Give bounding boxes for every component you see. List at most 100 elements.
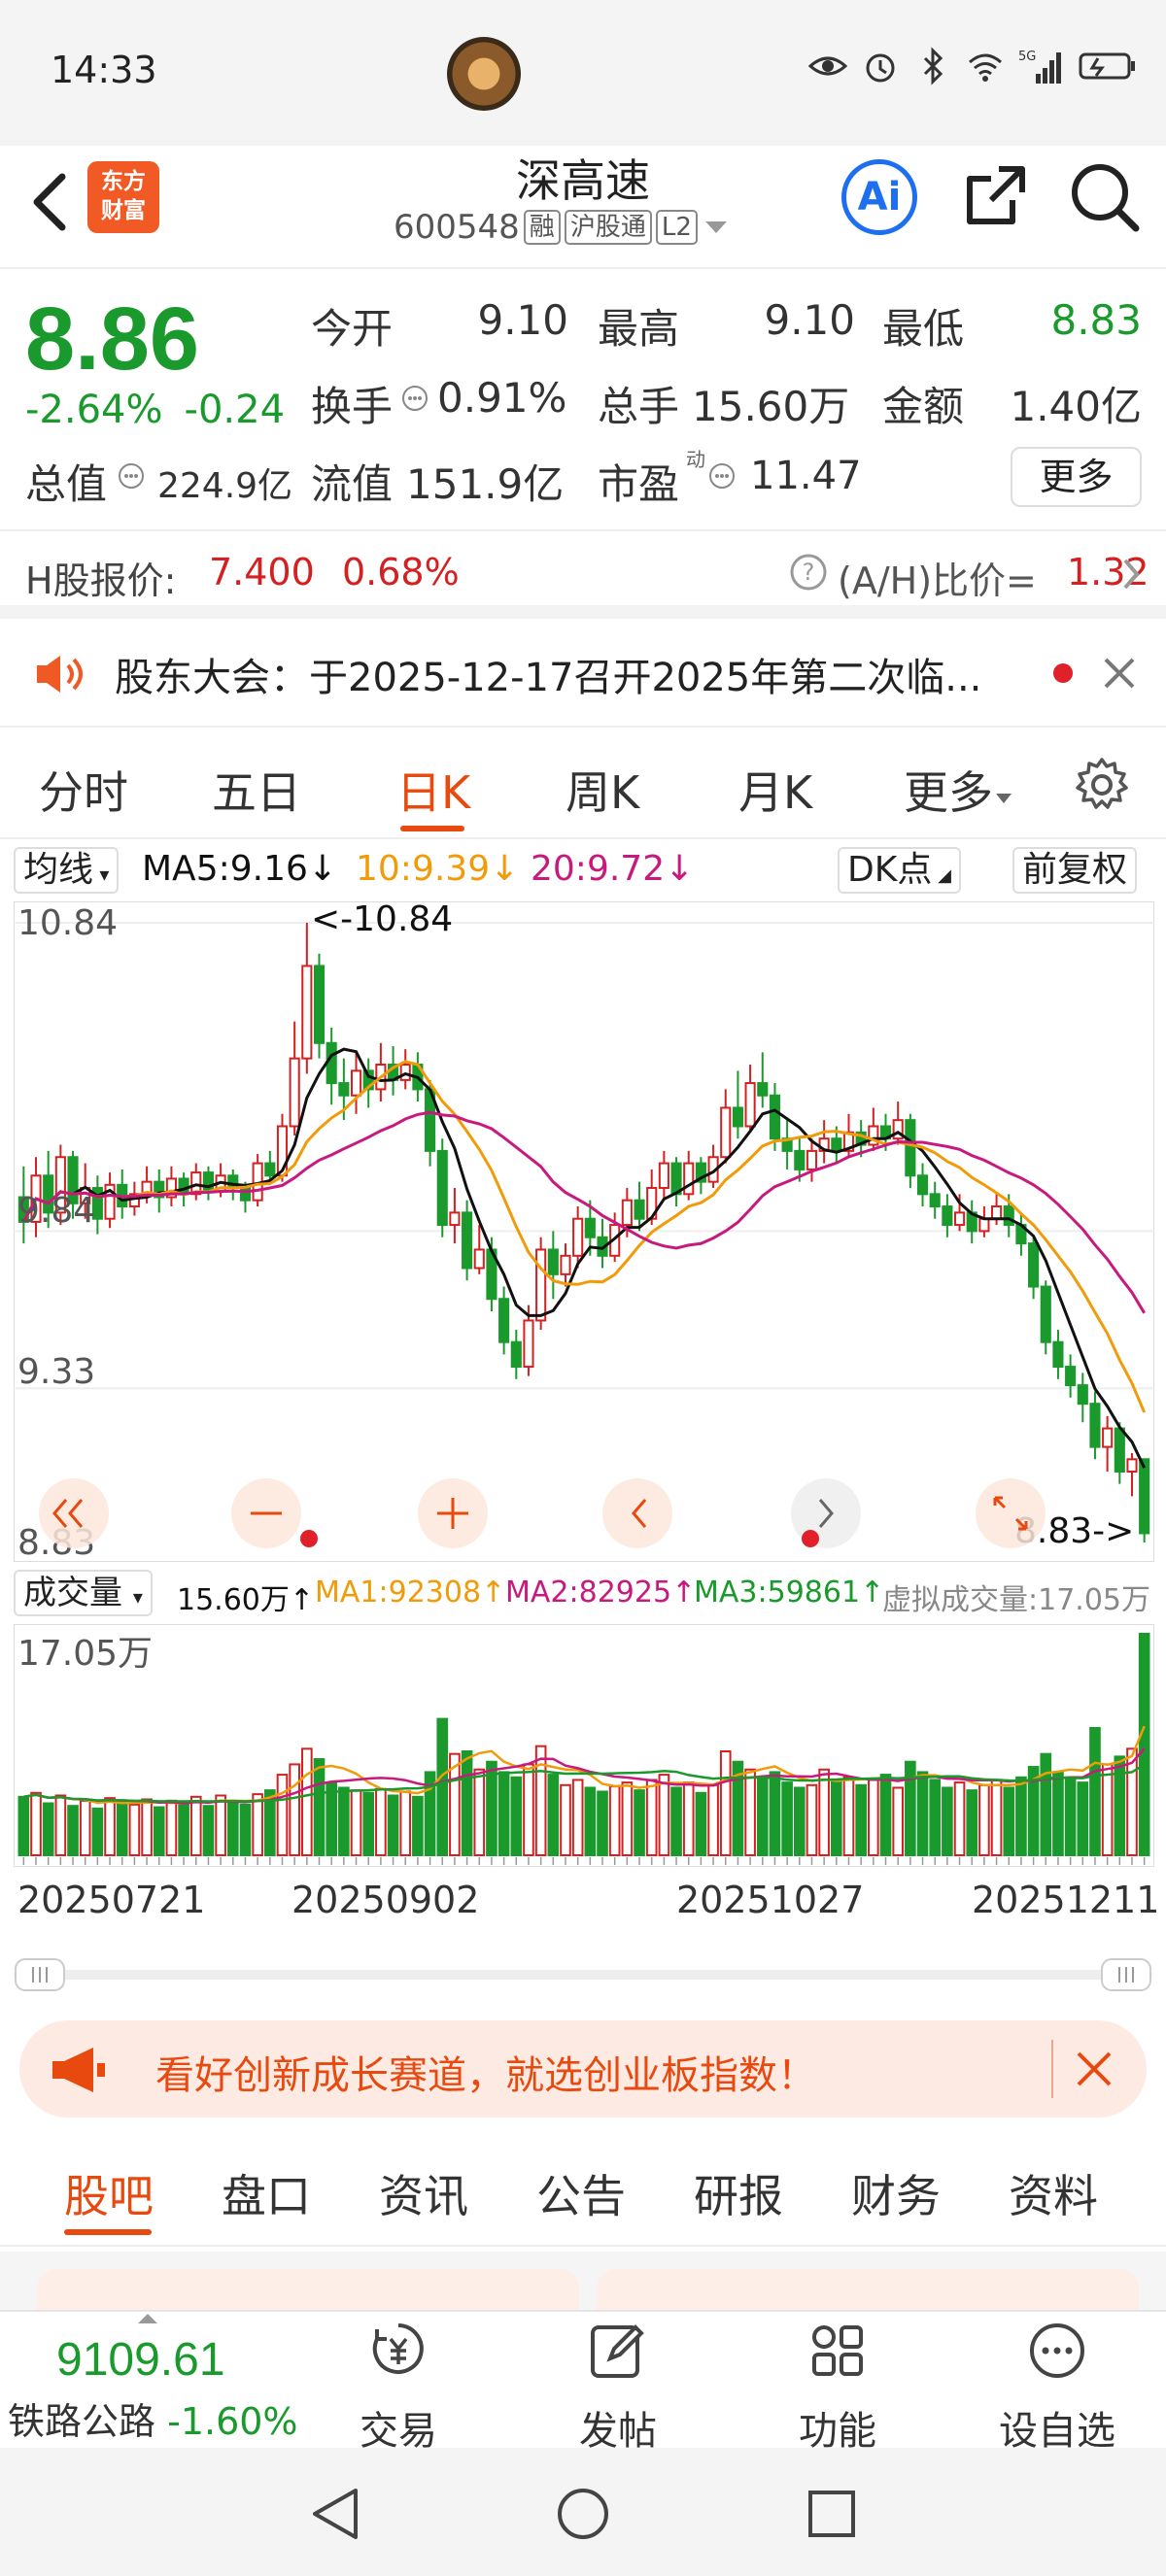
card-peek[interactable]: [597, 2269, 1139, 2310]
more-quote-button[interactable]: 更多: [1011, 447, 1142, 507]
tab-forum[interactable]: 股吧: [64, 2161, 154, 2225]
promo-banner[interactable]: 看好创新成长赛道，就选创业板指数！: [19, 2020, 1147, 2118]
high-value: 9.10: [764, 296, 855, 344]
scroll-left-button[interactable]: [602, 1478, 672, 1548]
volume-value: 15.60万: [692, 383, 850, 430]
announcement-text: 股东大会：于2025-12-17召开2025年第二次临...: [115, 656, 982, 700]
candle: [683, 1162, 695, 1196]
stock-code-row[interactable]: 600548 融 沪股通 L2: [394, 208, 731, 247]
help-icon[interactable]: ?: [789, 553, 828, 592]
scroll-left-fast-button[interactable]: [39, 1478, 109, 1548]
functions-button[interactable]: 功能: [760, 2320, 915, 2454]
tab-financials[interactable]: 财务: [851, 2161, 941, 2225]
volume-indicator-row: 成交量 ▾ 15.60万↑ MA1:92308↑ MA2:82925↑ MA3:…: [0, 1566, 1166, 1624]
volume-bar: [855, 1783, 867, 1856]
volume-bar: [719, 1750, 732, 1856]
dropdown-triangle-icon[interactable]: [702, 218, 731, 237]
volume-bar: [91, 1807, 104, 1856]
candle: [1126, 1458, 1138, 1473]
volume-bar: [670, 1786, 682, 1857]
search-icon[interactable]: [1067, 159, 1141, 233]
tab-order-book[interactable]: 盘口: [222, 2161, 311, 2225]
volume-bar: [806, 1783, 818, 1856]
system-home-icon[interactable]: [556, 2487, 610, 2541]
info-icon[interactable]: [707, 461, 737, 491]
candle: [202, 1171, 215, 1193]
open-label: 今开: [311, 305, 394, 353]
volume-bar: [1015, 1776, 1027, 1856]
candle: [462, 1211, 473, 1270]
chart-range-scrollbar[interactable]: [14, 1957, 1152, 1992]
fullscreen-button[interactable]: [976, 1478, 1046, 1548]
system-recents-icon[interactable]: [806, 2489, 857, 2539]
add-watchlist-button[interactable]: 设自选: [979, 2320, 1135, 2454]
volume-bar: [313, 1758, 326, 1856]
tab-announcements[interactable]: 公告: [536, 2161, 626, 2225]
volume-bar: [67, 1805, 79, 1857]
tab-more[interactable]: 更多: [904, 758, 1014, 822]
zoom-in-button[interactable]: [418, 1478, 488, 1548]
volume-bar: [116, 1801, 128, 1856]
volume-bar: [990, 1779, 1003, 1856]
post-button[interactable]: 发帖: [540, 2320, 696, 2454]
candle: [313, 965, 326, 1044]
tab-profile[interactable]: 资料: [1009, 2161, 1098, 2225]
hshare-row[interactable]: H股报价: 7.400 0.68% ? (A/H)比价= 1.32: [0, 529, 1166, 619]
candle: [658, 1162, 669, 1189]
open-value: 9.10: [477, 296, 568, 344]
info-icon[interactable]: [117, 461, 146, 491]
alarm-icon: [866, 53, 895, 83]
notification-avatar-icon: [447, 37, 521, 111]
system-back-icon[interactable]: [309, 2487, 361, 2541]
tab-news[interactable]: 资讯: [379, 2161, 468, 2225]
dk-point-button[interactable]: DK点 ◢: [838, 847, 961, 894]
info-icon[interactable]: [400, 384, 429, 413]
indicator-dot: [802, 1530, 819, 1547]
active-tab-indicator: [64, 2229, 152, 2235]
trade-button[interactable]: 交易: [321, 2320, 476, 2454]
system-navigation-bar: [0, 2448, 1166, 2576]
tab-intraday[interactable]: 分时: [39, 758, 128, 822]
ma-selector[interactable]: 均线 ▾: [14, 847, 120, 894]
close-icon[interactable]: [1100, 654, 1139, 693]
tab-weekly-k[interactable]: 周K: [566, 758, 639, 822]
price-adjust-button[interactable]: 前复权: [1012, 847, 1138, 894]
kline-chart[interactable]: 10.84 9.84 9.33 8.83 <-10.84 8.83->: [14, 901, 1154, 1562]
index-value[interactable]: 9109.61: [56, 2333, 225, 2387]
candle: [498, 1298, 510, 1343]
collapse-arrow-icon[interactable]: [136, 2312, 159, 2325]
tab-daily-k[interactable]: 日K: [396, 758, 470, 822]
card-peek[interactable]: [37, 2269, 579, 2310]
content-tabs: 股吧 盘口 资讯 公告 研报 财务 资料: [0, 2132, 1166, 2247]
zoom-out-button[interactable]: [231, 1478, 301, 1548]
scroll-right-button[interactable]: [791, 1478, 861, 1548]
tab-five-day[interactable]: 五日: [212, 758, 301, 822]
volume-bar: [301, 1747, 313, 1856]
ai-assistant-button[interactable]: Ai: [841, 159, 917, 235]
turnover-label: 换手: [311, 383, 394, 430]
volume-bar: [818, 1768, 830, 1856]
volume-bar: [30, 1791, 42, 1856]
volume-bar: [497, 1771, 510, 1857]
candle: [473, 1248, 485, 1270]
candle: [720, 1106, 732, 1159]
tab-monthly-k[interactable]: 月K: [738, 758, 812, 822]
announcement-bar[interactable]: 股东大会：于2025-12-17召开2025年第二次临...: [0, 619, 1166, 728]
close-icon[interactable]: [1073, 2048, 1115, 2090]
volume-bar: [338, 1786, 350, 1857]
share-icon[interactable]: [960, 161, 1030, 231]
settings-gear-icon[interactable]: [1073, 756, 1131, 814]
candle: [535, 1248, 547, 1322]
virtual-volume: 虚拟成交量:17.05万: [882, 1583, 1150, 1617]
volume-indicator-selector[interactable]: 成交量 ▾: [14, 1570, 153, 1616]
candle: [794, 1149, 806, 1170]
volume-ma3: MA3:59861↑: [694, 1576, 885, 1610]
volume-bar: [916, 1771, 929, 1857]
volume-bar: [942, 1786, 953, 1857]
index-label[interactable]: 铁路公路 -1.60%: [8, 2391, 298, 2445]
volume-bar: [634, 1789, 645, 1856]
low-label: 最低: [882, 305, 965, 353]
tab-research[interactable]: 研报: [694, 2161, 783, 2225]
content-cards-peek: [0, 2252, 1166, 2310]
volume-chart[interactable]: 17.05万: [14, 1624, 1154, 1867]
